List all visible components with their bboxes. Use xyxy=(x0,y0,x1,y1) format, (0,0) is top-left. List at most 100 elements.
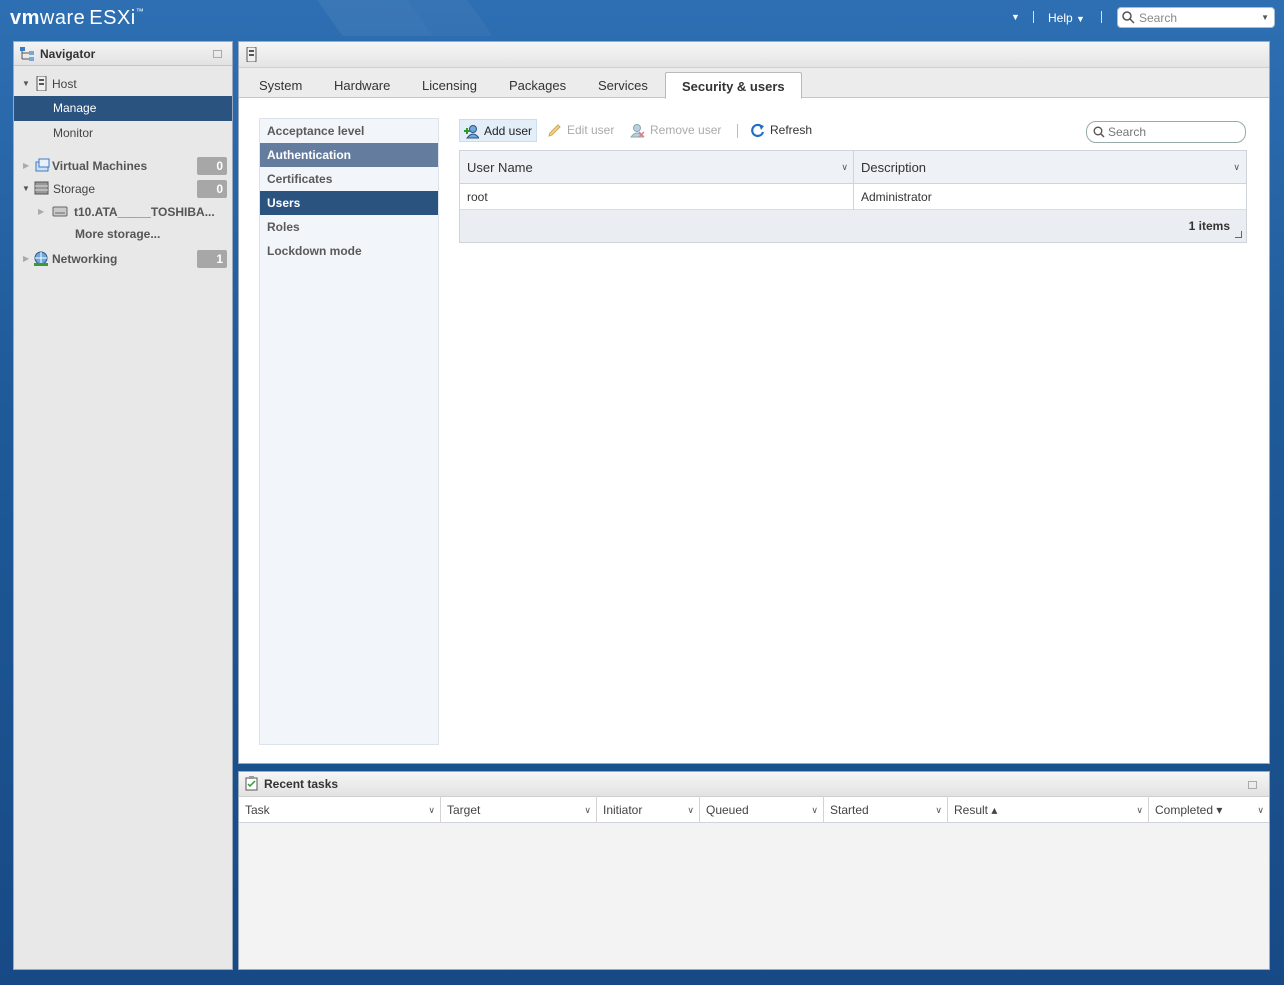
column-initiator-label: Initiator xyxy=(603,803,643,817)
chevron-down-icon[interactable]: ∨ xyxy=(841,151,848,184)
navigator-header: Navigator xyxy=(14,42,232,66)
nav-virtual-machines[interactable]: ▶ Virtual Machines 0 xyxy=(14,154,232,178)
users-search-input[interactable] xyxy=(1108,125,1238,139)
global-search[interactable]: ▼ xyxy=(1117,7,1275,28)
chevron-down-icon[interactable]: ∨ xyxy=(584,797,591,823)
main-panel: System Hardware Licensing Packages Servi… xyxy=(238,41,1270,764)
subnav-users[interactable]: Users xyxy=(260,191,438,215)
vmware-esxi-logo: vmware ESXi™ xyxy=(10,7,145,29)
minimize-icon[interactable] xyxy=(1248,781,1257,789)
nav-host[interactable]: ▼ Host xyxy=(14,72,232,96)
storage-icon xyxy=(34,181,49,195)
help-label: Help xyxy=(1048,11,1073,25)
column-queued-label: Queued xyxy=(706,803,749,817)
subnav-certificates[interactable]: Certificates xyxy=(260,167,438,191)
search-icon xyxy=(1093,126,1105,138)
chevron-down-icon[interactable]: ∨ xyxy=(687,797,694,823)
storage-device-label: t10.ATA_____TOSHIBA... xyxy=(74,205,215,219)
cell-user-name: root xyxy=(467,190,488,204)
expand-down-icon[interactable]: ▼ xyxy=(22,72,30,96)
edit-user-button[interactable]: Edit user xyxy=(543,119,614,142)
chevron-down-icon[interactable]: ∨ xyxy=(935,797,942,823)
top-bar: vmwareESXi™ ▼ Help ▼ ▼ xyxy=(0,0,1284,36)
user-menu-dropdown[interactable]: ▼ xyxy=(1011,12,1020,22)
resize-handle-icon[interactable] xyxy=(1235,231,1242,238)
subnav-authentication[interactable]: Authentication xyxy=(260,143,438,167)
nav-storage[interactable]: ▼ Storage 0 xyxy=(14,177,232,201)
add-user-button[interactable]: Add user xyxy=(459,119,538,142)
chevron-down-icon[interactable]: ∨ xyxy=(1233,151,1240,184)
nav-networking[interactable]: ▶ Networking 1 xyxy=(14,247,232,271)
tab-system[interactable]: System xyxy=(243,72,318,99)
expand-right-icon[interactable]: ▶ xyxy=(23,154,29,178)
vms-count-badge: 0 xyxy=(197,157,227,175)
recent-tasks-title: Recent tasks xyxy=(264,777,339,791)
column-divider xyxy=(853,151,854,210)
nav-monitor[interactable]: Monitor xyxy=(14,121,232,146)
main-header xyxy=(239,42,1269,68)
column-result-label: Result ▴ xyxy=(954,803,998,817)
help-menu[interactable]: Help ▼ xyxy=(1048,11,1085,25)
global-search-input[interactable] xyxy=(1139,10,1254,25)
networking-icon xyxy=(34,251,48,266)
column-task[interactable]: Task ∨ xyxy=(239,797,441,823)
expand-right-icon[interactable]: ▶ xyxy=(38,200,44,224)
refresh-button[interactable]: Refresh xyxy=(746,119,812,142)
tab-hardware[interactable]: Hardware xyxy=(318,72,406,99)
navigator-icon xyxy=(20,47,34,61)
nav-more-storage[interactable]: More storage... xyxy=(14,222,232,246)
refresh-icon xyxy=(751,123,765,138)
chevron-down-icon[interactable]: ∨ xyxy=(811,797,818,823)
tab-packages[interactable]: Packages xyxy=(493,72,582,99)
column-target[interactable]: Target ∨ xyxy=(441,797,597,823)
divider xyxy=(737,124,738,138)
minimize-icon[interactable] xyxy=(213,50,222,58)
chevron-down-icon[interactable]: ∨ xyxy=(1257,797,1264,823)
chevron-down-icon: ▼ xyxy=(1076,14,1085,24)
nav-host-label: Host xyxy=(52,77,77,91)
divider xyxy=(1033,11,1034,23)
divider xyxy=(1101,11,1102,23)
subnav-acceptance-level[interactable]: Acceptance level xyxy=(260,119,438,143)
nav-vms-label: Virtual Machines xyxy=(52,159,148,173)
remove-user-button[interactable]: Remove user xyxy=(626,119,721,142)
column-completed[interactable]: Completed ▾ ∨ xyxy=(1149,797,1269,823)
users-toolbar: Add user Edit user Remove user Refresh xyxy=(459,118,1249,144)
nav-manage[interactable]: Manage xyxy=(14,96,232,121)
expand-right-icon[interactable]: ▶ xyxy=(23,247,29,271)
expand-down-icon[interactable]: ▼ xyxy=(22,177,30,201)
tab-security-users[interactable]: Security & users xyxy=(665,72,802,99)
column-queued[interactable]: Queued ∨ xyxy=(700,797,824,823)
column-description[interactable]: Description ∨ xyxy=(854,151,1246,184)
recent-tasks-header: Recent tasks xyxy=(239,772,1269,797)
column-started-label: Started xyxy=(830,803,869,817)
column-initiator[interactable]: Initiator ∨ xyxy=(597,797,700,823)
chevron-down-icon[interactable]: ▼ xyxy=(1261,13,1269,22)
networking-count-badge: 1 xyxy=(197,250,227,268)
chevron-down-icon[interactable]: ∨ xyxy=(428,797,435,823)
chevron-down-icon[interactable]: ∨ xyxy=(1136,797,1143,823)
tab-services[interactable]: Services xyxy=(582,72,664,99)
edit-user-label: Edit user xyxy=(567,123,615,137)
users-search[interactable] xyxy=(1086,121,1246,143)
virtual-machine-icon xyxy=(35,158,50,172)
subnav-lockdown-mode[interactable]: Lockdown mode xyxy=(260,239,438,263)
column-description-label: Description xyxy=(861,160,927,175)
pencil-icon xyxy=(548,124,561,137)
recent-tasks-panel: Recent tasks Task ∨ Target ∨ Initiator ∨ Qu… xyxy=(238,771,1270,970)
users-table-footer: 1 items xyxy=(460,210,1246,242)
item-count: 1 items xyxy=(1188,219,1230,233)
security-subnav: Acceptance level Authentication Certific… xyxy=(259,118,439,745)
column-user-name-label: User Name xyxy=(467,160,533,175)
tab-licensing[interactable]: Licensing xyxy=(406,72,493,99)
nav-manage-label: Manage xyxy=(53,101,97,115)
column-user-name[interactable]: User Name ∨ xyxy=(460,151,854,184)
host-icon xyxy=(246,47,257,62)
column-started[interactable]: Started ∨ xyxy=(824,797,948,823)
column-result[interactable]: Result ▴ ∨ xyxy=(948,797,1149,823)
cell-description: Administrator xyxy=(861,190,932,204)
nav-storage-device[interactable]: ▶ t10.ATA_____TOSHIBA... xyxy=(14,200,232,224)
remove-user-label: Remove user xyxy=(650,123,722,137)
subnav-roles[interactable]: Roles xyxy=(260,215,438,239)
disk-icon xyxy=(52,206,68,217)
